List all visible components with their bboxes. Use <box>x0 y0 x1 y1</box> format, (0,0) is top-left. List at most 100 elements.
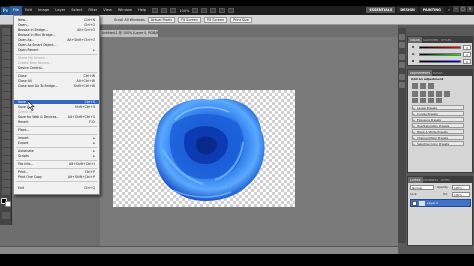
healing-brush-tool-icon[interactable] <box>2 76 10 83</box>
file-menu-item-print-one-copy[interactable]: Print One Copy Alt+Shift+Ctrl+P <box>14 175 99 179</box>
file-menu-item-save[interactable]: Save Ctrl+S <box>14 100 99 104</box>
move-tool-icon[interactable] <box>2 28 10 35</box>
menu-window[interactable]: Window <box>115 6 135 15</box>
workspace-painting[interactable]: PAINTING <box>419 7 444 13</box>
minimize-icon[interactable]: – <box>453 6 459 12</box>
scroll-all-windows-checkbox[interactable]: Scroll All Windows <box>114 18 145 22</box>
fill-field[interactable]: 100% <box>452 192 470 197</box>
file-menu-item-new[interactable]: New... Ctrl+N <box>14 18 99 22</box>
more-workspaces-button[interactable]: » <box>446 7 452 13</box>
red-gradient-bar[interactable] <box>419 46 461 49</box>
eraser-tool-icon[interactable] <box>2 108 10 115</box>
fit-screen-button[interactable]: Fit Screen <box>178 16 201 23</box>
rotate-view-icon[interactable] <box>210 8 217 13</box>
file-menu-item-exit[interactable]: Exit Ctrl+Q <box>14 186 99 190</box>
launch-mini-bridge-icon[interactable] <box>161 8 168 13</box>
workspace-essentials[interactable]: ESSENTIALS <box>366 7 396 13</box>
lasso-tool-icon[interactable] <box>2 44 10 51</box>
brushes-panel-icon[interactable] <box>399 54 405 60</box>
view-extras-icon[interactable] <box>170 8 177 13</box>
document-canvas[interactable] <box>113 90 295 207</box>
actual-pixels-button[interactable]: Actual Pixels <box>147 16 176 23</box>
launch-bridge-icon[interactable] <box>152 8 159 13</box>
menu-filter[interactable]: Filter <box>85 6 100 15</box>
document-tab[interactable]: Untitled-1 @ 100% (Layer 0, RGB/8) * <box>100 30 158 37</box>
preset-curves[interactable]: Curves Presets <box>412 111 464 116</box>
screen-mode-icon[interactable] <box>228 8 235 13</box>
green-value-field[interactable]: 0 <box>463 51 471 57</box>
preset-levels[interactable]: Levels Presets <box>412 105 464 110</box>
history-panel-icon[interactable] <box>399 34 405 40</box>
fill-screen-button[interactable]: Fill Screen <box>203 16 228 23</box>
preset-channel-mixer[interactable]: Channel Mixer Presets <box>412 135 464 140</box>
preset-exposure[interactable]: Exposure Presets <box>412 117 464 122</box>
clone-stamp-tool-icon[interactable] <box>2 92 10 99</box>
blue-channel-slider[interactable]: B 0 <box>410 58 471 65</box>
pen-tool-icon[interactable] <box>2 140 10 147</box>
blur-tool-icon[interactable] <box>2 124 10 131</box>
menu-edit[interactable]: Edit <box>22 6 35 15</box>
file-menu-item-open[interactable]: Open... Ctrl+O <box>14 23 99 27</box>
red-channel-slider[interactable]: R 0 <box>410 44 471 51</box>
maximize-icon[interactable]: □ <box>460 6 466 12</box>
file-menu-item-browse-in-bridge[interactable]: Browse in Bridge... Alt+Ctrl+O <box>14 28 99 32</box>
menu-view[interactable]: View <box>100 6 115 15</box>
hand-tool-icon[interactable] <box>192 8 199 13</box>
file-menu-item-open-as[interactable]: Open As... Alt+Shift+Ctrl+O <box>14 38 99 42</box>
workspace-design[interactable]: DESIGN <box>397 7 418 13</box>
zoom-tool-icon[interactable] <box>201 8 208 13</box>
blue-value-field[interactable]: 0 <box>463 58 471 64</box>
quick-selection-tool-icon[interactable] <box>2 52 10 59</box>
file-menu-item-browse-in-mini-bridge[interactable]: Browse in Mini Bridge... <box>14 33 99 37</box>
history-brush-tool-icon[interactable] <box>2 100 10 107</box>
hand-tool-icon[interactable] <box>2 180 10 187</box>
preset-hue-saturation[interactable]: Hue/Saturation Presets <box>412 123 464 128</box>
tab-styles[interactable]: STYLES <box>439 37 453 43</box>
tab-color[interactable]: COLOR <box>408 37 422 43</box>
3d-rotate-tool-icon[interactable] <box>2 172 10 179</box>
file-menu-item-export[interactable]: Export ▸ <box>14 141 99 145</box>
file-menu-item-save-for-web[interactable]: Save for Web & Devices... Alt+Shift+Ctrl+… <box>14 115 99 119</box>
menu-help[interactable]: Help <box>135 6 149 15</box>
tab-paths[interactable]: PATHS <box>439 177 452 183</box>
file-menu-item-save-as[interactable]: Save As... Shift+Ctrl+S <box>14 105 99 109</box>
file-menu-item-scripts[interactable]: Scripts ▸ <box>14 154 99 158</box>
path-selection-tool-icon[interactable] <box>2 156 10 163</box>
file-menu-item-device-central[interactable]: Device Central... <box>14 66 99 70</box>
character-panel-icon[interactable] <box>399 74 405 80</box>
print-size-button[interactable]: Print Size <box>230 16 252 23</box>
zoom-tool-panel-icon[interactable] <box>2 188 10 195</box>
menu-select[interactable]: Select <box>68 6 85 15</box>
file-menu-item-place[interactable]: Place... <box>14 128 99 132</box>
red-value-field[interactable]: 0 <box>463 44 471 50</box>
zoom-level[interactable]: 100% <box>179 9 189 13</box>
crop-tool-icon[interactable] <box>2 60 10 67</box>
tab-masks[interactable]: MASKS <box>431 70 445 76</box>
file-menu-item-open-as-smart-object[interactable]: Open As Smart Object... <box>14 43 99 47</box>
tab-swatches[interactable]: SWATCHES <box>421 37 440 43</box>
dodge-tool-icon[interactable] <box>2 132 10 139</box>
eye-icon[interactable] <box>412 201 417 206</box>
actions-panel-icon[interactable] <box>399 42 405 48</box>
blue-gradient-bar[interactable] <box>419 60 461 63</box>
shape-tool-icon[interactable] <box>2 164 10 171</box>
quick-mask-icon[interactable] <box>2 212 10 219</box>
tab-adjustments[interactable]: ADJUSTMENTS <box>408 70 433 76</box>
green-channel-slider[interactable]: G 0 <box>410 51 471 58</box>
clone-source-panel-icon[interactable] <box>399 62 405 68</box>
layer-row[interactable]: Layer 0 <box>410 199 471 207</box>
adjustment-type-icons[interactable] <box>411 82 471 104</box>
menu-file[interactable]: File <box>10 6 23 15</box>
preset-black-white[interactable]: Black & White Presets <box>412 129 464 134</box>
type-tool-icon[interactable] <box>2 148 10 155</box>
green-gradient-bar[interactable] <box>419 53 461 56</box>
file-menu-item-print[interactable]: Print... Ctrl+P <box>14 170 99 174</box>
layer-name[interactable]: Layer 0 <box>427 200 438 207</box>
preset-selective-color[interactable]: Selective Color Presets <box>412 141 464 146</box>
menu-layer[interactable]: Layer <box>52 6 68 15</box>
file-menu-item-close-all[interactable]: Close All Alt+Ctrl+W <box>14 79 99 83</box>
blend-mode-select[interactable]: Normal <box>410 185 434 190</box>
background-color-swatch[interactable] <box>5 201 11 207</box>
file-menu-item-open-recent[interactable]: Open Recent ▸ <box>14 48 99 52</box>
close-icon[interactable]: × <box>467 6 473 12</box>
